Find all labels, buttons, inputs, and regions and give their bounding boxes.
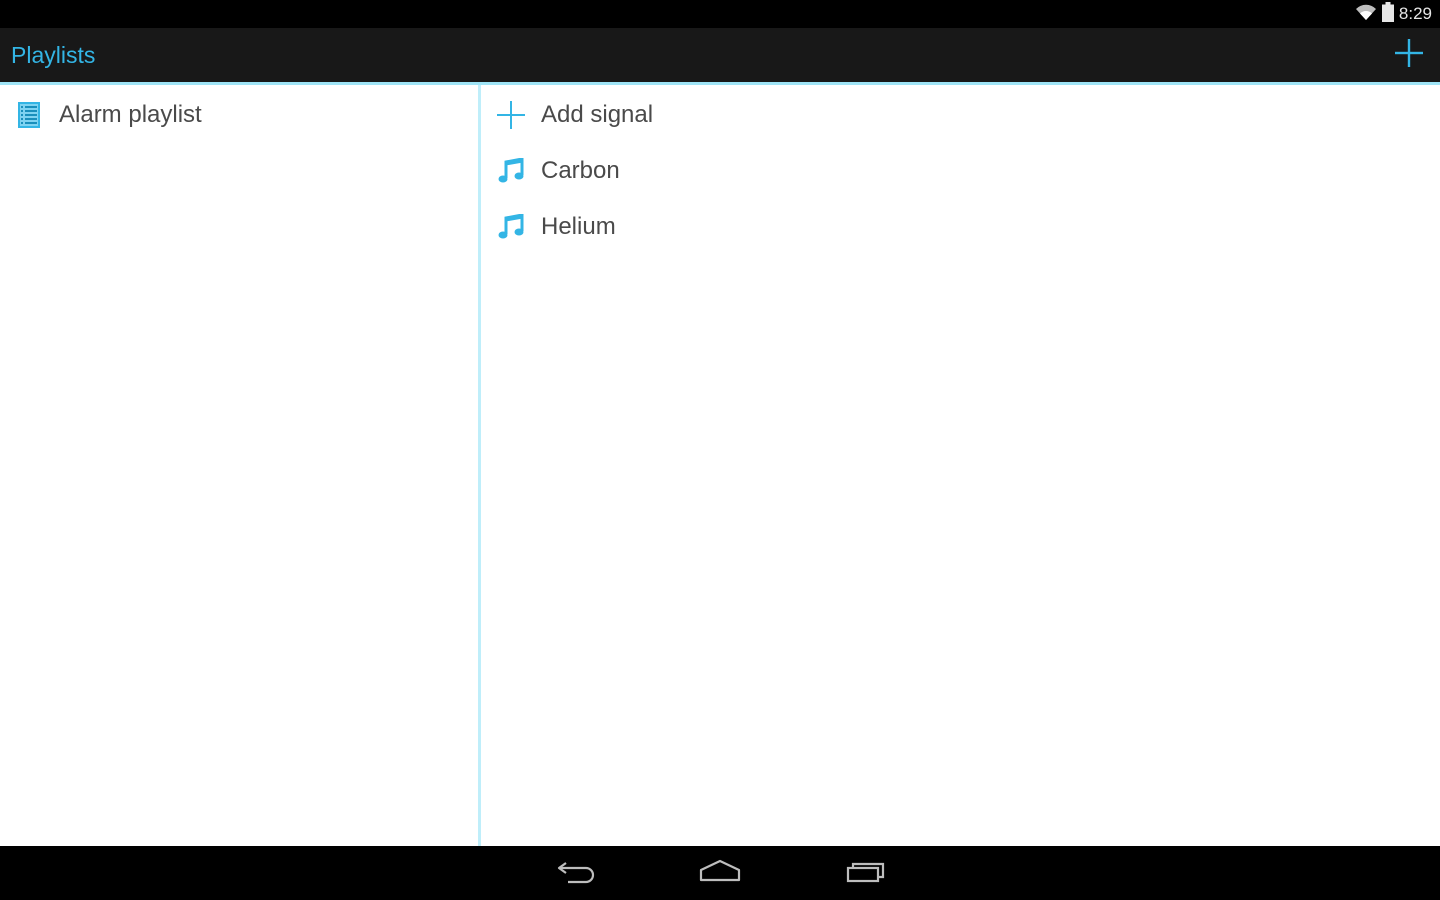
status-bar: 8:29: [0, 0, 1440, 28]
playlist-pane: Alarm playlist: [0, 85, 478, 846]
back-button[interactable]: [552, 858, 600, 888]
add-playlist-button[interactable]: [1392, 38, 1426, 72]
battery-icon: [1381, 1, 1394, 27]
playlist-item-alarm[interactable]: Alarm playlist: [0, 87, 478, 143]
back-icon: [556, 858, 596, 889]
playlist-icon: [14, 100, 44, 130]
signal-item-label: Carbon: [541, 157, 620, 184]
signal-item-helium[interactable]: Helium: [481, 199, 1440, 255]
page-title: Playlists: [11, 42, 96, 68]
plus-icon: [496, 100, 526, 130]
add-signal-label: Add signal: [541, 101, 654, 128]
signal-item-label: Helium: [541, 213, 616, 240]
home-button[interactable]: [696, 858, 744, 888]
navigation-bar: [0, 846, 1440, 900]
music-note-icon: [496, 156, 526, 186]
add-signal-button[interactable]: Add signal: [481, 87, 1440, 143]
plus-icon: [1395, 38, 1423, 72]
wifi-icon: [1355, 3, 1377, 26]
signal-pane: Add signal Carbon Helium: [481, 85, 1440, 846]
home-icon: [698, 859, 742, 888]
recent-apps-icon: [845, 858, 887, 889]
recent-apps-button[interactable]: [842, 858, 890, 888]
music-note-icon: [496, 212, 526, 242]
playlist-item-label: Alarm playlist: [59, 101, 202, 128]
status-time: 8:29: [1398, 4, 1432, 23]
action-bar: Playlists: [0, 28, 1440, 82]
signal-item-carbon[interactable]: Carbon: [481, 143, 1440, 199]
status-icons: 8:29: [1355, 0, 1432, 28]
